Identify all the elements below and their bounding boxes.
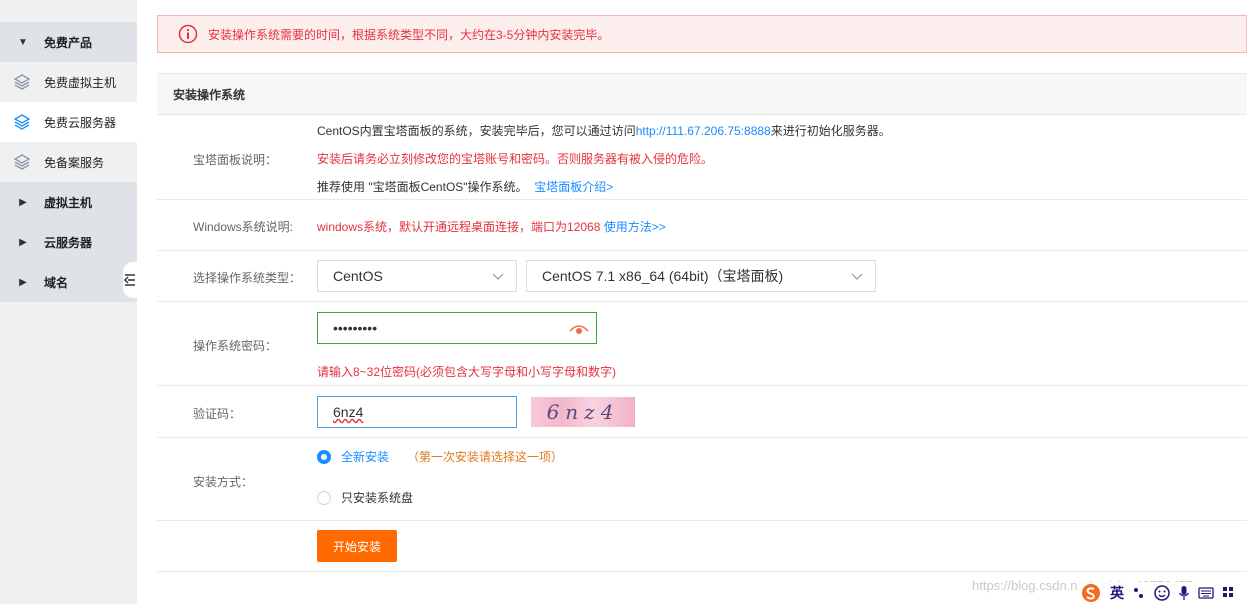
panel-desc-line1: CentOS内置宝塔面板的系统，安装完毕后，您可以通过访问http://111.… [317, 122, 891, 139]
row-captcha: 验证码： 6nz4 6nz4 [157, 386, 1247, 438]
radio-checked-icon [317, 449, 331, 464]
caret-right-icon: ▶ [19, 196, 27, 208]
row-panel-description: 宝塔面板说明： CentOS内置宝塔面板的系统，安装完毕后，您可以通过访问htt… [157, 116, 1247, 200]
os-family-value: CentOS [333, 268, 383, 284]
sidebar-item-no-filing-service[interactable]: 免备案服务 [0, 142, 137, 182]
sidebar-item-label: 免费云服务器 [44, 115, 117, 130]
password-hint: 请输入8~32位密码(必须包含大写字母和小写字母和数字) [317, 365, 617, 379]
alert-text: 安装操作系统需要的时间，根据系统类型不同，大约在3-5分钟内安装完毕。 [208, 27, 610, 42]
windows-desc-text: windows系统，默认开通远程桌面连接，端口为12068 [317, 220, 601, 234]
os-version-select[interactable]: CentOS 7.1 x86_64 (64bit)（宝塔面板) [526, 260, 876, 292]
sidebar-item-label: 域名 [44, 275, 69, 290]
fresh-install-note: （第一次安装请选择这一项） [407, 450, 564, 464]
ime-language[interactable]: 英 [1110, 583, 1124, 603]
sidebar-group-free-products[interactable]: ▼ 免费产品 [0, 22, 137, 62]
panel-desc-line1-suffix: 来进行初始化服务器。 [770, 124, 891, 138]
sidebar-group-virtual-host[interactable]: ▶ 虚拟主机 [0, 182, 137, 222]
windows-desc-line: windows系统，默认开通远程桌面连接，端口为12068 使用方法>> [317, 218, 666, 235]
chevron-down-icon [851, 273, 863, 280]
toolbox-icon[interactable] [1222, 586, 1234, 600]
section-title: 安装操作系统 [157, 73, 1247, 115]
row-submit: 开始安装 [157, 521, 1247, 572]
password-label: 操作系统密码： [193, 339, 278, 353]
password-input[interactable]: ••••••••• [317, 312, 597, 344]
row-windows-description: Windows系统说明: windows系统，默认开通远程桌面连接，端口为120… [157, 200, 1247, 251]
sidebar: ▼ 免费产品 免费虚拟主机 免费云服务器 免备案服务 ▶ 虚拟主机 ▶ 云服务器… [0, 0, 137, 604]
radio-unchecked-icon [317, 490, 331, 505]
sogou-logo-icon[interactable] [1080, 583, 1102, 603]
radio-system-disk-only[interactable]: 只安装系统盘 [317, 489, 413, 506]
install-mode-label: 安装方式： [193, 475, 254, 489]
captcha-image-text: 6nz4 [546, 400, 620, 424]
password-value: ••••••••• [333, 320, 378, 336]
sidebar-item-free-virtual-host[interactable]: 免费虚拟主机 [0, 62, 137, 102]
system-disk-only-label: 只安装系统盘 [341, 491, 414, 505]
start-install-button[interactable]: 开始安装 [317, 530, 397, 562]
captcha-label: 验证码： [193, 407, 242, 421]
sidebar-item-label: 免费虚拟主机 [44, 75, 117, 90]
os-type-label: 选择操作系统类型： [193, 271, 302, 285]
chevron-down-icon [492, 273, 504, 280]
caret-down-icon: ▼ [18, 36, 28, 48]
info-circle-icon [178, 24, 198, 44]
keyboard-icon[interactable] [1198, 586, 1214, 600]
microphone-icon[interactable] [1178, 585, 1190, 601]
install-time-alert: 安装操作系统需要的时间，根据系统类型不同，大约在3-5分钟内安装完毕。 [157, 15, 1247, 53]
panel-intro-link[interactable]: 宝塔面板介绍> [534, 180, 613, 194]
eye-icon[interactable] [568, 322, 590, 336]
row-install-mode: 安装方式： 全新安装 （第一次安装请选择这一项） 只安装系统盘 [157, 438, 1247, 521]
sidebar-item-label: 云服务器 [44, 235, 93, 250]
ime-toolbar: 英 [1078, 582, 1252, 604]
sidebar-item-free-cloud-server[interactable]: 免费云服务器 [0, 102, 137, 142]
panel-url-link[interactable]: http://111.67.206.75:8888 [636, 124, 771, 138]
sidebar-item-label: 免费产品 [44, 35, 93, 50]
sidebar-top-gap [0, 0, 137, 22]
sidebar-item-label: 虚拟主机 [44, 195, 93, 210]
fresh-install-label: 全新安装 [341, 450, 390, 464]
captcha-image[interactable]: 6nz4 [531, 397, 635, 427]
install-os-section: 安装操作系统 [157, 73, 1247, 115]
sidebar-group-cloud-server[interactable]: ▶ 云服务器 [0, 222, 137, 262]
captcha-value: 6nz4 [333, 404, 364, 420]
panel-desc-line1-prefix: CentOS内置宝塔面板的系统，安装完毕后，您可以通过访问 [317, 124, 636, 138]
panel-desc-label: 宝塔面板说明： [193, 153, 278, 167]
caret-right-icon: ▶ [19, 276, 27, 288]
row-os-password: 操作系统密码： ••••••••• 请输入8~32位密码(必须包含大写字母和小写… [157, 302, 1247, 386]
captcha-input[interactable]: 6nz4 [317, 396, 517, 428]
collapse-icon [124, 274, 135, 286]
layers-icon [13, 153, 31, 171]
panel-desc-line3: 推荐使用 "宝塔面板CentOS"操作系统。 宝塔面板介绍> [317, 178, 613, 195]
windows-desc-label: Windows系统说明: [193, 220, 294, 234]
layers-icon [13, 73, 31, 91]
row-os-type: 选择操作系统类型： CentOS CentOS 7.1 x86_64 (64bi… [157, 251, 1247, 302]
radio-fresh-install[interactable]: 全新安装 （第一次安装请选择这一项） [317, 448, 563, 465]
os-version-value: CentOS 7.1 x86_64 (64bit)（宝塔面板) [542, 268, 784, 284]
panel-desc-warning: 安装后请务必立刻修改您的宝塔账号和密码。否则服务器有被入侵的危险。 [317, 152, 714, 166]
caret-right-icon: ▶ [19, 236, 27, 248]
panel-desc-line3-prefix: 推荐使用 "宝塔面板CentOS"操作系统。 [317, 180, 528, 194]
sidebar-item-label: 免备案服务 [44, 155, 105, 170]
sidebar-collapse-toggle[interactable] [123, 262, 137, 298]
windows-usage-link[interactable]: 使用方法>> [604, 220, 666, 234]
layers-icon [13, 113, 31, 131]
emoji-icon[interactable] [1154, 585, 1170, 601]
punctuation-icon[interactable] [1132, 585, 1146, 601]
sidebar-group-domain[interactable]: ▶ 域名 [0, 262, 137, 302]
os-family-select[interactable]: CentOS [317, 260, 517, 292]
